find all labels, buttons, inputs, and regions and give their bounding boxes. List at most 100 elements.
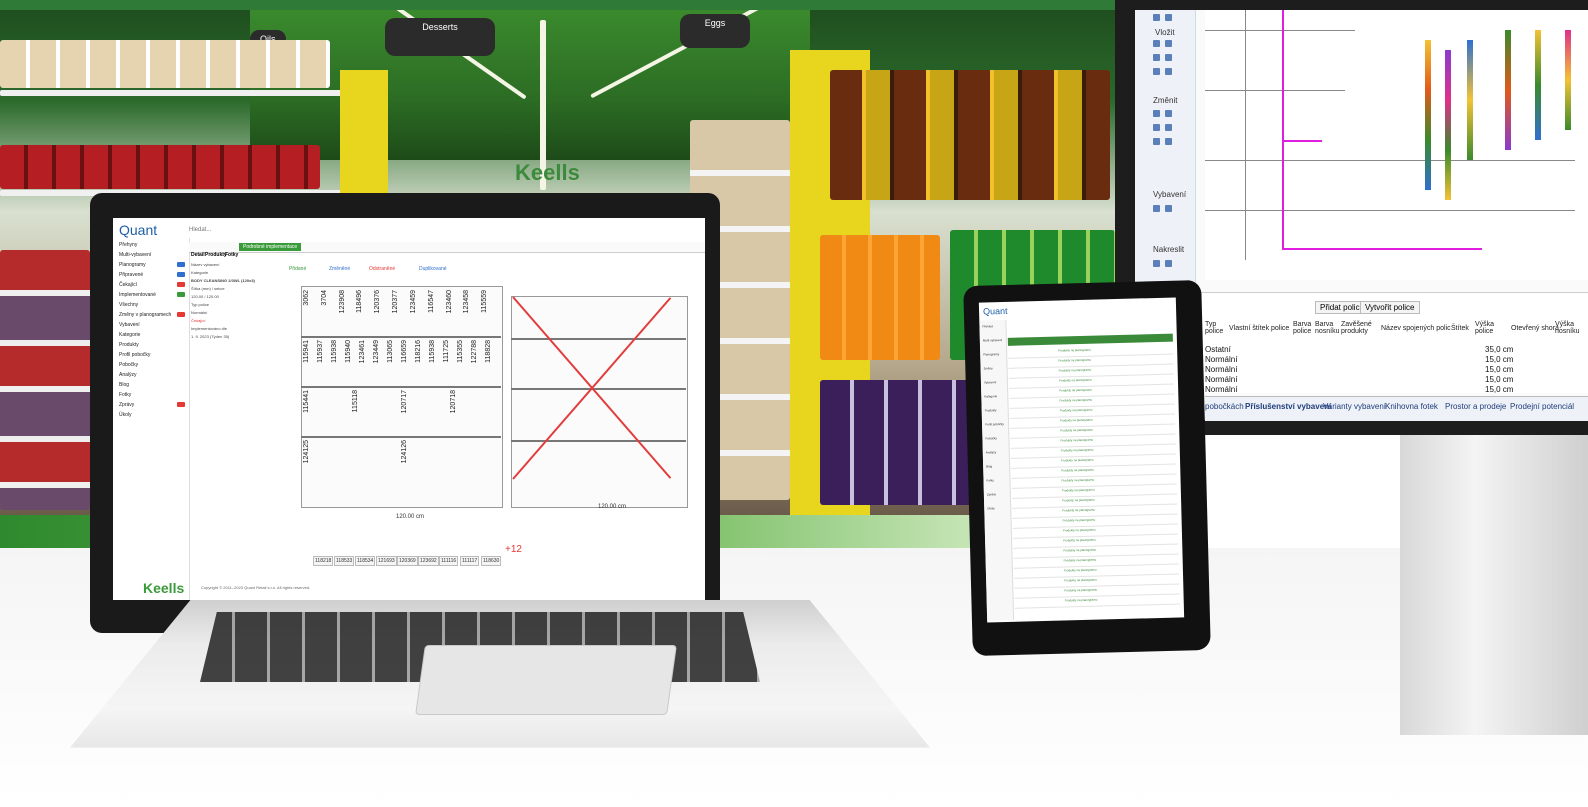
- tablet-sidebar-item[interactable]: Blog: [986, 464, 992, 468]
- sidebar-item[interactable]: Změny v planogramech: [119, 312, 171, 318]
- tab-sales-potential[interactable]: Prodejní potenciál: [1510, 402, 1574, 411]
- product-facing[interactable]: 118828: [485, 340, 492, 363]
- product-facing[interactable]: 123461: [359, 340, 366, 363]
- tablet-sidebar-item[interactable]: Pobočky: [985, 436, 997, 440]
- tablet-sidebar-item[interactable]: Změny: [984, 366, 993, 370]
- product-facing[interactable]: 124126: [401, 440, 408, 463]
- product-facing[interactable]: 123458: [463, 290, 470, 313]
- tool-icon[interactable]: [1153, 205, 1160, 212]
- tab-variants[interactable]: Varianty vybavení: [1323, 402, 1386, 411]
- product-facing[interactable]: 3704: [321, 290, 328, 306]
- removed-product[interactable]: 118533: [334, 556, 355, 566]
- tool-icon[interactable]: [1165, 205, 1172, 212]
- product-facing[interactable]: 120376: [374, 290, 381, 313]
- tool-icon[interactable]: [1153, 110, 1160, 117]
- tablet-sidebar-item[interactable]: Profil pobočky: [985, 422, 1004, 426]
- product-facing[interactable]: 123459: [410, 290, 417, 313]
- product-facing[interactable]: 116659: [401, 340, 408, 363]
- tool-icon[interactable]: [1153, 54, 1160, 61]
- changed-filter[interactable]: Změněné: [329, 266, 350, 272]
- sidebar-item[interactable]: Pobočky: [119, 362, 138, 368]
- removed-product[interactable]: 118218: [313, 556, 334, 566]
- product-facing[interactable]: 120377: [392, 290, 399, 313]
- product-facing[interactable]: 111725: [443, 340, 450, 362]
- product-facing[interactable]: 115559: [481, 290, 488, 313]
- tab-accessories[interactable]: Příslušenství vybavení: [1245, 402, 1331, 411]
- tablet-sidebar-item[interactable]: Fotky: [986, 478, 993, 482]
- tab-photo-library[interactable]: Knihovna fotek: [1385, 402, 1438, 411]
- tab-detail[interactable]: Detail: [191, 252, 205, 258]
- sidebar-item[interactable]: Úkoly: [119, 412, 132, 418]
- tool-icon[interactable]: [1153, 40, 1160, 47]
- tablet-sidebar-item[interactable]: Přehled: [982, 324, 992, 328]
- search-input[interactable]: Hledat...: [189, 227, 211, 233]
- sidebar-item[interactable]: Multi-vybavení: [119, 252, 151, 258]
- tool-icon[interactable]: [1165, 54, 1172, 61]
- removed-product[interactable]: 111116: [439, 556, 459, 566]
- tablet-sidebar-item[interactable]: Úkoly: [987, 506, 995, 510]
- removed-product[interactable]: 121693: [376, 556, 397, 566]
- tablet-sidebar-item[interactable]: Planogramy: [983, 352, 999, 356]
- tablet-sidebar-item[interactable]: Produkty: [985, 408, 997, 412]
- tab-products[interactable]: Produkty: [205, 252, 227, 258]
- sidebar-item[interactable]: Zprávy: [119, 402, 134, 408]
- sidebar-item[interactable]: Fotky: [119, 392, 131, 398]
- create-shelves-button[interactable]: Vytvořit police: [1360, 301, 1420, 314]
- tool-icon[interactable]: [1153, 138, 1160, 145]
- tab-photos[interactable]: Fotky: [225, 252, 238, 258]
- product-facing[interactable]: 123908: [339, 290, 346, 313]
- sidebar-item[interactable]: Analýzy: [119, 372, 137, 378]
- product-facing[interactable]: 115941: [303, 340, 310, 363]
- tool-icon[interactable]: [1153, 260, 1160, 267]
- product-facing[interactable]: 123460: [446, 290, 453, 313]
- product-facing[interactable]: 123449: [373, 340, 380, 363]
- product-facing[interactable]: 118216: [415, 340, 422, 363]
- sidebar-item[interactable]: Vybavení: [119, 322, 140, 328]
- product-facing[interactable]: 122788: [471, 340, 478, 363]
- tablet-sidebar-item[interactable]: Analýzy: [986, 450, 997, 454]
- removed-filter[interactable]: Odstraněné: [369, 266, 395, 272]
- tool-icon[interactable]: [1153, 68, 1160, 75]
- duplicated-filter[interactable]: Duplikované: [419, 266, 447, 272]
- product-facing[interactable]: 115118: [352, 390, 359, 412]
- tool-icon[interactable]: [1165, 124, 1172, 131]
- tool-icon[interactable]: [1153, 14, 1160, 21]
- tool-icon[interactable]: [1165, 40, 1172, 47]
- removed-product[interactable]: 120369: [397, 556, 418, 566]
- tab-space-sales[interactable]: Prostor a prodeje: [1445, 402, 1506, 411]
- product-facing[interactable]: 115937: [317, 340, 324, 363]
- sidebar-item[interactable]: Profil pobočky: [119, 352, 150, 358]
- sidebar-item[interactable]: Blog: [119, 382, 129, 388]
- product-facing[interactable]: 120717: [401, 390, 408, 413]
- product-facing[interactable]: 115355: [457, 340, 464, 363]
- tablet-sidebar-item[interactable]: Multi-vybavení: [983, 338, 1002, 343]
- product-facing[interactable]: 115940: [345, 340, 352, 363]
- product-facing[interactable]: 113065: [387, 340, 394, 363]
- product-facing[interactable]: 124125: [303, 440, 310, 463]
- product-facing[interactable]: 115938: [429, 340, 436, 363]
- tool-icon[interactable]: [1165, 260, 1172, 267]
- product-facing[interactable]: 115441: [303, 390, 310, 413]
- removed-product[interactable]: 111117: [460, 556, 480, 566]
- tool-icon[interactable]: [1165, 68, 1172, 75]
- tablet-sidebar-item[interactable]: Kategorie: [984, 394, 997, 398]
- tool-icon[interactable]: [1165, 110, 1172, 117]
- tool-icon[interactable]: [1165, 138, 1172, 145]
- removed-product[interactable]: 123692: [418, 556, 439, 566]
- product-facing[interactable]: 120718: [450, 390, 457, 413]
- sidebar-item[interactable]: Čekající: [119, 282, 137, 288]
- implementation-button[interactable]: Podrobné implementace: [239, 243, 302, 251]
- sidebar-item[interactable]: Implementované: [119, 292, 156, 298]
- tablet-sidebar-item[interactable]: Vybavení: [984, 380, 997, 384]
- removed-product[interactable]: 118534: [355, 556, 376, 566]
- tab-branches[interactable]: pobočkách: [1205, 402, 1244, 411]
- tablet-sidebar-item[interactable]: Zprávy: [987, 492, 996, 496]
- product-facing[interactable]: 118496: [356, 290, 363, 313]
- tool-icon[interactable]: [1153, 124, 1160, 131]
- tool-icon[interactable]: [1165, 14, 1172, 21]
- sidebar-item[interactable]: Planogramy: [119, 262, 146, 268]
- sidebar-item[interactable]: Připravené: [119, 272, 143, 278]
- sidebar-item[interactable]: Kategorie: [119, 332, 140, 338]
- sidebar-item[interactable]: Produkty: [119, 342, 139, 348]
- removed-product[interactable]: 118630: [481, 556, 502, 566]
